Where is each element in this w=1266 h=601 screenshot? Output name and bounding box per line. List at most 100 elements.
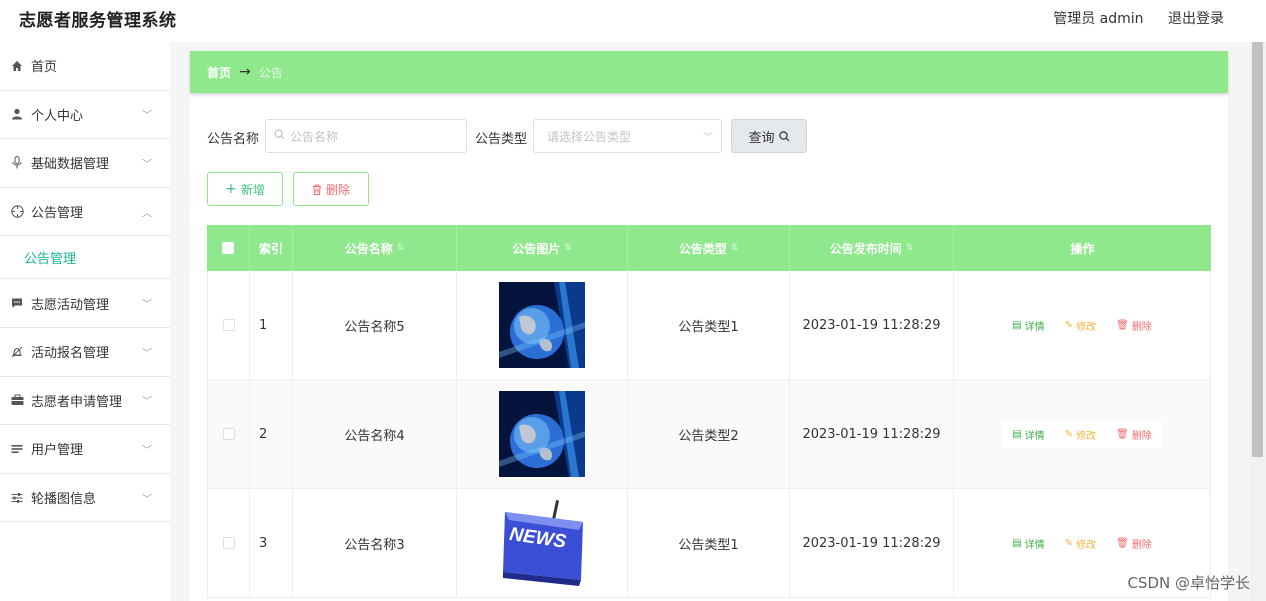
- column-header[interactable]: 公告发布时间 ⇅: [790, 225, 954, 271]
- sidebar-subitem-announcement[interactable]: 公告管理: [0, 236, 170, 280]
- name-search-placeholder: 公告名称: [290, 129, 339, 144]
- document-icon: ▤: [1012, 537, 1022, 549]
- query-button-label: 查询: [748, 130, 775, 146]
- top-bar: 志愿者服务管理系统 管理员 admin 退出登录: [0, 0, 1266, 42]
- trash-icon: [312, 184, 322, 195]
- sidebar-item-activity[interactable]: 志愿活动管理 ﹀: [0, 279, 170, 328]
- row-delete-button[interactable]: 🗑 删除: [1106, 311, 1162, 339]
- row-delete-button[interactable]: 🗑 删除: [1106, 420, 1162, 448]
- row-checkbox[interactable]: [222, 319, 235, 331]
- type-cell: 公告类型1: [628, 489, 790, 597]
- column-header-label: 索引: [258, 241, 283, 256]
- column-header-label: 公告名称: [344, 241, 393, 256]
- delete-label: 删除: [1131, 321, 1152, 333]
- pencil-icon: ✎: [1064, 319, 1074, 331]
- column-header[interactable]: 公告图片 ⇅: [457, 225, 628, 271]
- sidebar-item-home[interactable]: 首页: [0, 42, 170, 91]
- detail-button[interactable]: ▤ 详情: [1002, 420, 1055, 448]
- breadcrumb: 首页 → 公告: [190, 51, 1228, 93]
- type-select[interactable]: 请选择公告类型 ﹀: [533, 119, 722, 153]
- edit-button[interactable]: ✎ 修改: [1054, 420, 1107, 448]
- name-search-input[interactable]: 公告名称: [265, 119, 467, 153]
- breadcrumb-current: 公告: [258, 65, 283, 80]
- sidebar-item-carousel[interactable]: 轮播图信息 ﹀: [0, 474, 170, 523]
- document-icon: ▤: [1012, 428, 1022, 440]
- column-header-label: 公告图片: [512, 241, 561, 256]
- logout-link[interactable]: 退出登录: [1168, 11, 1224, 27]
- watermark: CSDN @卓怡学长: [1127, 574, 1250, 592]
- index-cell: 1: [250, 271, 293, 379]
- row-checkbox-cell: [207, 489, 250, 597]
- chevron-up-icon: ︿: [142, 208, 152, 220]
- sidebar-item-announcement[interactable]: 公告管理 ︿: [0, 188, 170, 237]
- sidebar-item-users[interactable]: 用户管理 ﹀: [0, 425, 170, 474]
- news-key-image[interactable]: NEWS: [499, 500, 585, 586]
- sidebar-item-signup[interactable]: 活动报名管理 ﹀: [0, 328, 170, 377]
- plus-icon: +: [225, 181, 237, 197]
- batch-delete-button[interactable]: 删除: [293, 172, 369, 206]
- sidebar-item-volunteer-apply[interactable]: 志愿者申请管理 ﹀: [0, 377, 170, 426]
- breadcrumb-home[interactable]: 首页: [207, 64, 231, 81]
- table-row[interactable]: 3 公告名称3 NEWS 公告类型1 2023-01-19 11:28:29 ▤…: [207, 489, 1211, 598]
- trash-icon: 🗑: [1116, 537, 1129, 549]
- sliders-icon: [10, 491, 24, 505]
- sidebar-item-label: 志愿活动管理: [31, 297, 110, 313]
- scrollbar-thumb[interactable]: [1252, 42, 1263, 457]
- row-checkbox-cell: [207, 271, 250, 379]
- edit-button[interactable]: ✎ 修改: [1055, 311, 1106, 339]
- chevron-down-icon: ﹀: [142, 299, 152, 311]
- edit-button[interactable]: ✎ 修改: [1055, 529, 1106, 557]
- chevron-down-icon: ﹀: [142, 110, 152, 122]
- globe-image[interactable]: [499, 391, 585, 477]
- edit-label: 修改: [1076, 539, 1097, 551]
- type-select-placeholder: 请选择公告类型: [547, 129, 632, 144]
- operations-cell: ▤ 详情 ✎ 修改 🗑 删除: [954, 271, 1211, 379]
- sort-icon[interactable]: ⇅: [397, 243, 405, 253]
- globe-image[interactable]: [499, 282, 585, 368]
- type-cell: 公告类型1: [628, 271, 790, 379]
- type-cell: 公告类型2: [628, 380, 790, 488]
- list-icon: [10, 442, 24, 456]
- type-filter-label: 公告类型: [475, 132, 528, 147]
- column-header[interactable]: 公告名称 ⇅: [293, 225, 457, 271]
- table-row[interactable]: 1 公告名称5 公告类型1 2023-01-19 11:28:29 ▤ 详情 ✎ 修…: [207, 271, 1211, 380]
- image-cell: [457, 271, 628, 379]
- add-button[interactable]: + 新增: [207, 172, 283, 206]
- sidebar-item-label: 基础数据管理: [31, 157, 110, 173]
- name-filter-label: 公告名称: [207, 132, 260, 147]
- column-header-label: 公告类型: [678, 241, 727, 256]
- query-button[interactable]: 查询: [731, 119, 807, 153]
- chevron-down-icon: ﹀: [142, 348, 152, 360]
- sort-icon[interactable]: ⇅: [906, 243, 914, 253]
- image-cell: [457, 380, 628, 488]
- edit-label: 修改: [1076, 430, 1097, 442]
- time-cell: 2023-01-19 11:28:29: [790, 489, 954, 597]
- sidebar-item-label: 用户管理: [31, 443, 84, 459]
- sort-icon[interactable]: ⇅: [564, 243, 572, 253]
- detail-button[interactable]: ▤ 详情: [1002, 529, 1054, 557]
- table-row[interactable]: 2 公告名称4 公告类型2 2023-01-19 11:28:29 ▤ 详情 ✎ 修…: [207, 380, 1211, 489]
- row-checkbox[interactable]: [222, 537, 235, 549]
- current-user: 管理员 admin: [1053, 11, 1144, 27]
- name-cell: 公告名称4: [293, 380, 457, 488]
- detail-label: 详情: [1024, 321, 1045, 333]
- search-icon: [274, 129, 285, 143]
- sort-icon[interactable]: ⇅: [731, 243, 739, 253]
- row-delete-button[interactable]: 🗑 删除: [1106, 529, 1162, 557]
- sidebar-item-profile[interactable]: 个人中心 ﹀: [0, 91, 170, 140]
- sidebar-item-base-data[interactable]: 基础数据管理 ﹀: [0, 139, 170, 188]
- vertical-scrollbar[interactable]: [1250, 42, 1266, 601]
- delete-button-label: 删除: [325, 182, 350, 197]
- column-header: 索引: [250, 225, 293, 271]
- sidebar-item-label: 个人中心: [31, 108, 84, 124]
- name-cell: 公告名称3: [293, 489, 457, 597]
- select-all-checkbox[interactable]: [222, 242, 234, 254]
- microphone-icon: [10, 156, 24, 170]
- column-header: 操作: [954, 225, 1211, 271]
- row-checkbox[interactable]: [222, 428, 235, 440]
- detail-button[interactable]: ▤ 详情: [1002, 311, 1054, 339]
- operations-cell: ▤ 详情 ✎ 修改 🗑 删除: [954, 380, 1211, 488]
- column-header[interactable]: 公告类型 ⇅: [628, 225, 790, 271]
- app-title: 志愿者服务管理系统: [19, 11, 177, 31]
- header-user-area: 管理员 admin 退出登录: [1033, 8, 1224, 28]
